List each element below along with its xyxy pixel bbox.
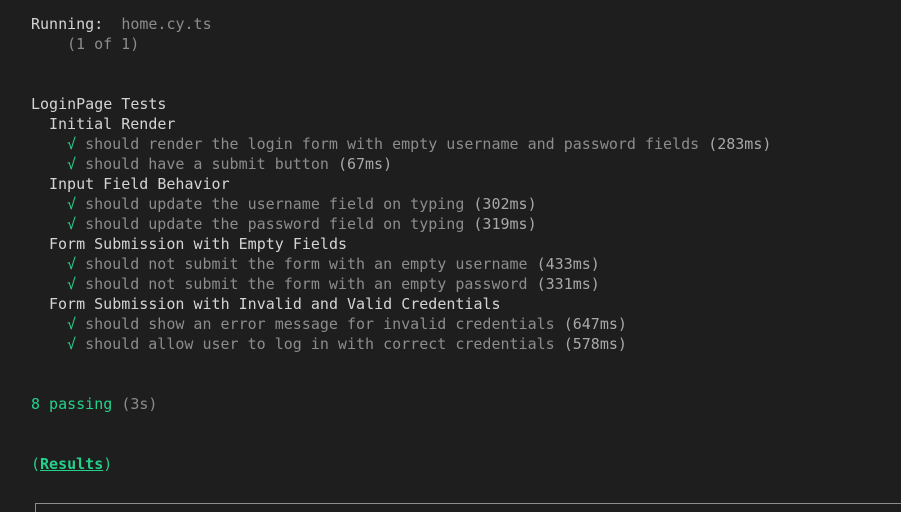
test-duration: (302ms) [473,195,537,213]
results-close-paren: ) [103,455,113,473]
test-name: should have a submit button [85,155,329,173]
test-name: should update the password field on typi… [85,215,465,233]
test-name: should not submit the form with an empty… [85,255,528,273]
results-line: (Results) [31,454,112,474]
results-link[interactable]: Results [40,455,103,473]
spec-count: (1 of 1) [67,35,140,53]
test-row: √ should render the login form with empt… [67,134,771,154]
test-name: should update the username field on typi… [85,195,465,213]
test-name: should allow user to log in with correct… [85,335,555,353]
check-icon: √ [67,215,77,233]
passing-count: 8 passing [31,395,113,413]
terminal-output: Running: home.cy.ts (1 of 1) LoginPage T… [0,0,901,512]
test-duration: (67ms) [337,155,393,173]
test-row: √ should update the username field on ty… [67,194,537,214]
running-line: Running: home.cy.ts [31,14,212,34]
test-duration: (578ms) [563,335,627,353]
test-row: √ should show an error message for inval… [67,314,627,334]
test-name: should render the login form with empty … [85,135,700,153]
check-icon: √ [67,315,77,333]
test-duration: (331ms) [536,275,600,293]
test-row: √ should have a submit button (67ms) [67,154,392,174]
check-icon: √ [67,275,77,293]
group-title: Initial Render [49,115,176,133]
check-icon: √ [67,255,77,273]
summary-line: 8 passing (3s) [31,394,157,414]
group-title: Form Submission with Empty Fields [49,235,348,253]
test-row: √ should update the password field on ty… [67,214,537,234]
test-row: √ should not submit the form with an emp… [67,274,600,294]
spec-file: home.cy.ts [121,15,212,33]
test-duration: (433ms) [536,255,600,273]
group-title: Input Field Behavior [49,175,230,193]
test-row: √ should allow user to log in with corre… [67,334,627,354]
running-label: Running: [31,15,104,33]
results-table-border [35,503,901,512]
test-duration: (647ms) [563,315,627,333]
results-open-paren: ( [31,455,41,473]
test-duration: (283ms) [708,135,772,153]
check-icon: √ [67,155,77,173]
check-icon: √ [67,195,77,213]
test-name: should not submit the form with an empty… [85,275,528,293]
test-duration: (319ms) [473,215,537,233]
suite-title: LoginPage Tests [31,95,167,113]
total-time: (3s) [121,395,158,413]
check-icon: √ [67,335,77,353]
test-row: √ should not submit the form with an emp… [67,254,600,274]
test-name: should show an error message for invalid… [85,315,555,333]
group-title: Form Submission with Invalid and Valid C… [49,295,501,313]
check-icon: √ [67,135,77,153]
